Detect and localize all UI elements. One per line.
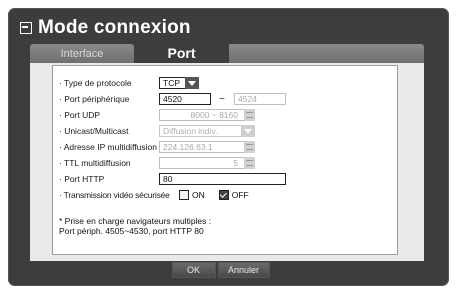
cancel-button[interactable]: Annuler: [217, 262, 270, 278]
multicast-ttl-value: 5: [233, 158, 238, 168]
secure-video-label: · Transmission vidéo sécurisée: [59, 190, 170, 200]
device-port-input[interactable]: 4520: [159, 93, 211, 105]
spinner-icon: [244, 141, 255, 153]
chevron-down-icon: [241, 125, 255, 137]
device-port-end-field: 4524: [234, 93, 286, 105]
http-port-label: · Port HTTP: [59, 174, 105, 184]
http-port-input[interactable]: 80: [159, 173, 286, 185]
tab-port[interactable]: Port: [134, 42, 229, 64]
row-http-port: · Port HTTP 80: [59, 172, 429, 186]
udp-port-value: 8000 ~ 8160: [190, 110, 238, 120]
multicast-ip-value: 224.126.63.1: [163, 142, 213, 152]
multicast-ip-field: 224.126.63.1: [159, 141, 255, 153]
row-device-port: · Port périphérique 4520 ~ 4524: [59, 92, 429, 106]
protocol-type-select[interactable]: TCP: [159, 77, 199, 89]
protocol-type-value: TCP: [163, 78, 180, 88]
protocol-type-label: · Type de protocole: [59, 78, 132, 88]
row-multicast-ip: · Adresse IP multidiffusion 224.126.63.1: [59, 140, 429, 154]
tab-bar: Interface Port: [30, 42, 424, 64]
secure-video-on-checkbox[interactable]: [179, 190, 189, 200]
note-line-2: Port périph. 4505~4530, port HTTP 80: [59, 226, 204, 236]
spinner-icon: [244, 109, 255, 121]
device-port-label: · Port périphérique: [59, 94, 130, 104]
multicast-ttl-label: · TTL multidiffusion: [59, 158, 131, 168]
chevron-down-icon[interactable]: [185, 77, 199, 89]
spinner-icon: [244, 157, 255, 169]
udp-port-label: · Port UDP: [59, 110, 101, 120]
multicast-ttl-field: 5: [159, 157, 255, 169]
tab-bar-filler: [229, 44, 424, 64]
udp-port-field: 8000 ~ 8160: [159, 109, 255, 121]
row-unicast-multicast: · Unicast/Multicast Diffusion indiv.: [59, 124, 429, 138]
settings-box: · Type de protocole TCP · Port périphéri…: [52, 65, 398, 255]
row-multicast-ttl: · TTL multidiffusion 5: [59, 156, 429, 170]
secure-video-on-label: ON: [192, 190, 205, 200]
dialog-title: Mode connexion: [38, 17, 191, 38]
browser-support-note: * Prise en charge navigateurs multiples …: [59, 216, 211, 236]
dialog-buttons: OK Annuler: [0, 262, 441, 278]
row-secure-video: · Transmission vidéo sécurisée ON OFF: [59, 188, 429, 202]
note-line-1: * Prise en charge navigateurs multiples …: [59, 216, 212, 226]
secure-video-off-label: OFF: [231, 190, 249, 200]
multicast-ip-label: · Adresse IP multidiffusion: [59, 142, 157, 152]
row-protocol-type: · Type de protocole TCP: [59, 76, 429, 90]
unicast-multicast-label: · Unicast/Multicast: [59, 126, 129, 136]
row-udp-port: · Port UDP 8000 ~ 8160: [59, 108, 429, 122]
title-bar: Mode connexion: [20, 14, 191, 42]
ok-button[interactable]: OK: [171, 262, 216, 278]
tab-interface[interactable]: Interface: [30, 44, 134, 64]
window-icon: [20, 22, 32, 34]
device-port-separator: ~: [219, 93, 225, 105]
secure-video-off-checkbox[interactable]: [218, 190, 229, 200]
unicast-multicast-value: Diffusion indiv.: [163, 126, 218, 136]
unicast-multicast-select: Diffusion indiv.: [159, 125, 255, 137]
